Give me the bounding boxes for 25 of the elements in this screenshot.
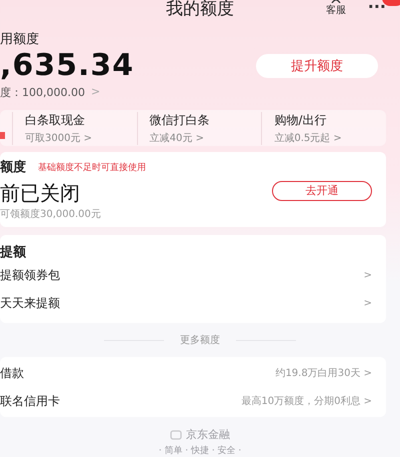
brand-logo-icon	[170, 429, 182, 440]
card-note: 基础额度不足时可直接使用	[38, 162, 146, 174]
customer-service-button[interactable]: 客服	[326, 0, 346, 17]
more-button[interactable]: ···	[368, 0, 386, 16]
list-item[interactable]: 联名信用卡 最高10万额度，分期0利息 >	[0, 387, 372, 415]
list-item[interactable]: 借款 约19.8万白用30天 >	[0, 359, 372, 387]
raise-limit-button[interactable]: 提升额度	[256, 54, 378, 78]
activate-button[interactable]: 去开通	[272, 180, 372, 200]
brand-name: 京东金融	[186, 427, 230, 442]
list-item[interactable]: 提额领券包 >	[0, 261, 372, 289]
card-title: 提额	[0, 245, 26, 260]
card-title: 额度	[0, 158, 26, 176]
shortcut-item[interactable]: 白条取现金 可取3000元 >	[12, 112, 137, 145]
badge-icon	[0, 132, 5, 140]
available-credit-label: 用额度	[0, 31, 40, 48]
available-amount: ,635.34	[0, 48, 134, 84]
total-credit[interactable]: 度：100,000.00	[0, 85, 85, 100]
shortcut-item[interactable]: 微信打白条 立减40元 >	[136, 112, 262, 145]
chevron-icon: >	[90, 85, 100, 100]
section-divider-label: 更多额度	[180, 334, 220, 347]
available-credit-detail: 可领额度30,000.00元	[0, 208, 102, 221]
status-text: 前已关闭	[0, 180, 80, 207]
shortcut-item[interactable]: 购物/出行 立减0.5元起 >	[261, 112, 386, 145]
list-item[interactable]: 天天来提额 >	[0, 289, 372, 317]
slogan: · 简单 · 快捷 · 安全 ·	[158, 444, 242, 457]
